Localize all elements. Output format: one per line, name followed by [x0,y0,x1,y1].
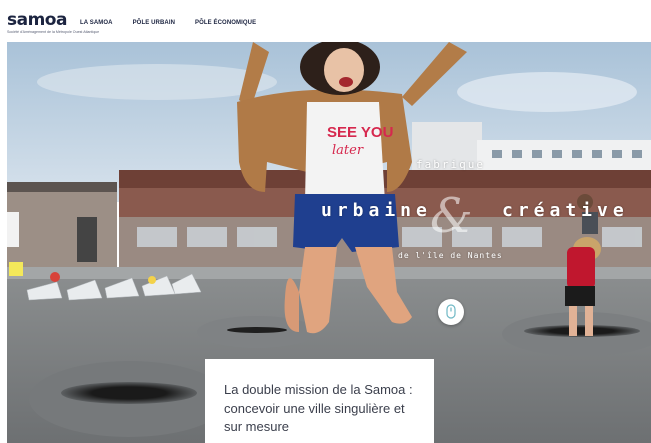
hero-tagline-2: urbaine [321,200,432,221]
mission-card: La double mission de la Samoa : concevoi… [205,359,434,443]
scroll-down-mouse-icon [446,304,456,319]
mission-text: La double mission de la Samoa : concevoi… [224,382,413,434]
site-header: samoa Société d'Aménagement de la Métrop… [0,0,651,42]
nav-item-la-samoa[interactable]: LA SAMOA [80,20,113,26]
main-nav: LA SAMOA PÔLE URBAIN PÔLE ÉCONOMIQUE [80,20,256,26]
hero-tagline-1: fabrique [416,158,485,171]
nav-item-pole-urbain[interactable]: PÔLE URBAIN [133,20,175,26]
hero-tagline-amp: & [430,188,473,244]
hero-tagline-4: de l'île de Nantes [398,251,503,260]
shirt-text-1: SEE YOU [327,124,393,141]
scroll-down-button[interactable] [438,299,464,325]
shirt-text-2: later [332,143,364,158]
logo-subtext: Société d'Aménagement de la Métropole Ou… [7,30,100,34]
hero-tagline-3: créative [502,200,629,221]
nav-item-pole-economique[interactable]: PÔLE ÉCONOMIQUE [195,20,256,26]
